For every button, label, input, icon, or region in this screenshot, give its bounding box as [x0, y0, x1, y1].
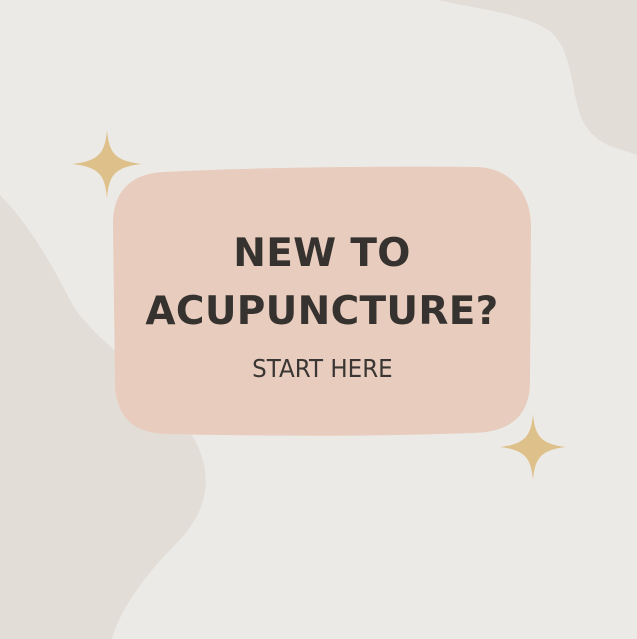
headline-card: NEW TO ACUPUNCTURE? START HERE — [113, 166, 531, 436]
start-here-subheading: START HERE — [251, 354, 393, 383]
card-content: NEW TO ACUPUNCTURE? START HERE — [113, 166, 531, 436]
headline: NEW TO ACUPUNCTURE? — [145, 225, 498, 341]
sparkle-icon — [500, 414, 566, 480]
graphic-canvas: NEW TO ACUPUNCTURE? START HERE — [0, 0, 637, 639]
headline-line-1: NEW TO — [233, 231, 411, 276]
headline-line-2: ACUPUNCTURE? — [145, 289, 499, 334]
blob-top-right — [438, 0, 637, 155]
sparkle-icon — [72, 130, 142, 198]
